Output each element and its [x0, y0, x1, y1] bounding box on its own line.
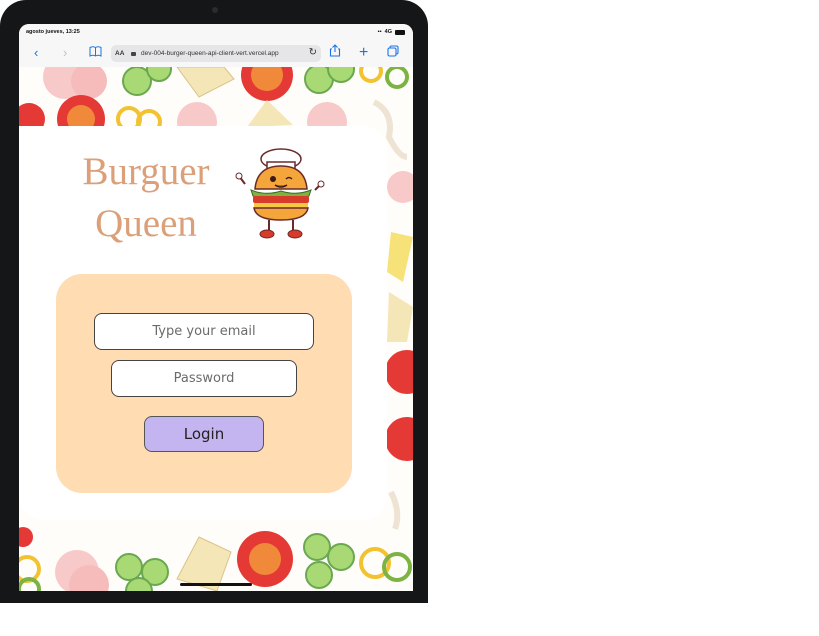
pepper-top [359, 67, 409, 89]
cheese-right-side [387, 232, 413, 282]
login-form: Login [56, 274, 352, 493]
status-indicators: ▪▪ 4G [378, 29, 405, 35]
tomato-right-side-2 [385, 417, 413, 461]
cucumber-bottom [115, 553, 169, 591]
ham-bottom [55, 550, 109, 591]
front-camera [212, 7, 218, 13]
lock-icon [131, 52, 136, 56]
onion-right-side [388, 490, 401, 530]
tomato-bottom-left-edge [19, 527, 33, 547]
email-input[interactable] [94, 313, 314, 350]
cheese-top [176, 67, 235, 98]
app-title-line2: Queen [95, 202, 197, 245]
password-input[interactable] [111, 360, 297, 397]
status-bar: agosto jueves, 13:25 ▪▪ 4G [19, 24, 413, 40]
new-tab-icon[interactable]: + [359, 44, 368, 62]
login-button[interactable]: Login [144, 416, 264, 452]
tomato-bottom [237, 531, 293, 587]
tabs-icon[interactable] [387, 44, 399, 62]
share-icon[interactable] [329, 44, 341, 62]
address-bar[interactable]: AA dev-004-burger-queen-api-client-vert.… [111, 45, 321, 62]
page-background: Burguer Queen Type your email Login [19, 67, 413, 591]
login-card: Burguer Queen Type your email Login [19, 126, 387, 520]
burger-chef-mascot [235, 148, 325, 239]
ham-slice-top [43, 67, 107, 99]
app-title-line1: Burguer [82, 150, 210, 193]
cheese-mid-top [247, 100, 293, 127]
reload-icon[interactable]: ↻ [309, 47, 317, 58]
tablet-frame: agosto jueves, 13:25 ▪▪ 4G ‹ › AA dev-00… [0, 0, 428, 603]
screen: agosto jueves, 13:25 ▪▪ 4G ‹ › AA dev-00… [19, 24, 413, 591]
network-label: 4G [384, 29, 392, 35]
forward-icon[interactable]: › [63, 44, 67, 62]
cucumber-top-right [304, 67, 355, 94]
pepper-bottom-right [359, 547, 412, 582]
ham-right-side [387, 171, 413, 203]
tomato-right-side [385, 350, 413, 394]
home-indicator [180, 583, 252, 586]
tomato-top [241, 67, 293, 101]
status-time: agosto jueves, 13:25 [26, 29, 80, 35]
bookmarks-icon[interactable] [89, 44, 102, 62]
browser-toolbar: ‹ › AA dev-004-burger-queen-api-client-v… [19, 40, 413, 68]
url-text: dev-004-burger-queen-api-client-vert.ver… [141, 50, 279, 57]
cucumber-top [122, 67, 172, 96]
cheese-right-side-2 [387, 292, 413, 342]
text-size-button[interactable]: AA [115, 50, 124, 57]
back-icon[interactable]: ‹ [34, 44, 38, 62]
battery-icon [395, 29, 405, 35]
pepper-bottom-left [19, 555, 41, 591]
signal-icon: ▪▪ [377, 29, 382, 35]
cucumber-bottom-right [303, 533, 355, 589]
